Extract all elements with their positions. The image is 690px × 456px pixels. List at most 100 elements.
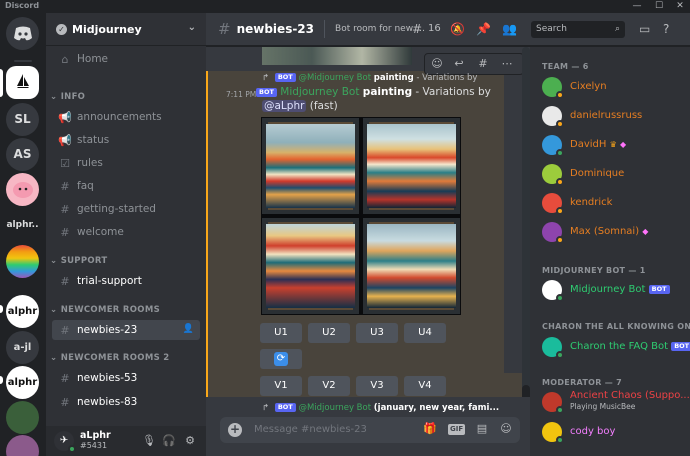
attach-plus-icon[interactable]: + [228, 423, 242, 437]
rail-separator [14, 60, 32, 62]
message-author[interactable]: Midjourney Bot [280, 86, 359, 98]
gif-button[interactable]: GIF [448, 424, 466, 435]
home-label: Home [77, 53, 109, 65]
minimize-button[interactable]: — [626, 0, 648, 13]
midjourney-server-icon[interactable] [6, 66, 39, 99]
category-support[interactable]: ⌄ SUPPORT [50, 256, 107, 266]
member-item[interactable]: Ancient Chaos (Suppo... Playing MusicBee [538, 389, 690, 415]
member-item[interactable]: Charon the FAQ Bot BOT [538, 334, 690, 360]
channel-label: rules [77, 157, 103, 169]
server-avatar-icon[interactable] [6, 435, 39, 456]
variation-button-3[interactable]: V3 [356, 376, 398, 396]
reply-icon[interactable]: ↩ [451, 57, 467, 70]
member-item[interactable]: Midjourney Bot BOT [538, 277, 686, 303]
server-alphr[interactable]: alphr [6, 295, 39, 328]
category-info[interactable]: ⌄ INFO [50, 92, 85, 102]
username: aLphr [80, 430, 111, 441]
message-input[interactable]: + Message #newbies-23 🎁 GIF ▤ ☺ [220, 417, 520, 443]
channel-faq[interactable]: # faq [52, 176, 200, 196]
add-reaction-icon[interactable]: ☺ [429, 57, 445, 70]
bot-badge: BOT [671, 342, 690, 351]
channel-announcements[interactable]: 📢 announcements [52, 107, 200, 127]
threads-icon[interactable]: # [412, 22, 422, 36]
message-scrollbar[interactable] [522, 47, 530, 407]
create-thread-icon[interactable]: # [475, 57, 491, 70]
variation-button-2[interactable]: V2 [308, 376, 350, 396]
reply-reference[interactable]: ↱ BOT @Midjourney Bot painting - Variati… [262, 73, 477, 83]
nitro-boost-icon: ◆ [619, 140, 627, 149]
headphones-icon[interactable]: 🎧 [162, 434, 176, 447]
user-tag: #5431 [80, 441, 108, 450]
hash-icon: # [60, 225, 70, 239]
member-item[interactable]: Max (Somnai) ◆ [538, 219, 686, 245]
discord-home-icon[interactable] [6, 17, 39, 50]
more-icon[interactable]: ⋯ [499, 57, 515, 70]
member-item[interactable]: Dominique [538, 161, 686, 187]
unread-pill [0, 376, 3, 384]
image-grid[interactable] [261, 117, 461, 315]
channel-trial-support[interactable]: # trial-support [52, 271, 200, 291]
upscale-button-4[interactable]: U4 [404, 323, 446, 343]
add-member-icon[interactable]: 👤 [183, 324, 194, 334]
next-reply-reference[interactable]: ↱ BOT @Midjourney Bot (january, new year… [262, 403, 499, 413]
title-bar: Discord — ☐ ✕ [0, 0, 690, 13]
server-minecraft-icon[interactable] [6, 401, 39, 434]
idle-status-icon [556, 207, 564, 215]
member-item[interactable]: kendrick [538, 190, 686, 216]
server-a-jl[interactable]: a-jl [6, 331, 39, 364]
user-avatar[interactable]: ✈ [54, 431, 76, 453]
gift-icon[interactable]: 🎁 [422, 422, 438, 435]
microphone-icon[interactable]: 🎙 [142, 434, 156, 447]
channel-rules[interactable]: ☑ rules [52, 153, 200, 173]
channel-newbies-83[interactable]: # newbies-83 [52, 392, 200, 412]
inbox-icon[interactable]: ▭ [639, 22, 650, 36]
category-newcomer-rooms[interactable]: ⌄ NEWCOMER ROOMS [50, 305, 160, 315]
variation-button-1[interactable]: V1 [260, 376, 302, 396]
channel-newbies-23[interactable]: # newbies-23 👤 [52, 320, 200, 340]
sticker-icon[interactable]: ▤ [474, 422, 490, 435]
member-item[interactable]: danielrussruss [538, 103, 686, 129]
member-item[interactable]: DavidH ♛ ◆ [538, 132, 686, 158]
message-list: ☺ ↩ # ⋯ ↱ BOT @Midjourney Bot painting -… [206, 47, 530, 397]
search-icon: ⌕ [614, 24, 620, 34]
pin-icon[interactable]: 📌 [476, 22, 491, 36]
user-mention[interactable]: @aLphr [262, 100, 307, 112]
reroll-button[interactable]: ⟳ [260, 349, 302, 369]
emoji-icon[interactable]: ☺ [498, 422, 514, 435]
home-item[interactable]: ⌂ Home [52, 49, 200, 69]
upscale-button-3[interactable]: U3 [356, 323, 398, 343]
variation-button-4[interactable]: V4 [404, 376, 446, 396]
server-alphr-2[interactable]: alphr [6, 366, 39, 399]
server-alphr-text[interactable]: alphr.. [6, 209, 39, 242]
gear-icon[interactable]: ⚙ [183, 434, 197, 447]
channel-welcome[interactable]: # welcome [52, 222, 200, 242]
close-button[interactable]: ✕ [669, 0, 690, 13]
category-newcomer-rooms-2[interactable]: ⌄ NEWCOMER ROOMS 2 [50, 353, 169, 363]
member-list-icon[interactable]: 👥 [502, 22, 517, 36]
upscale-button-1[interactable]: U1 [260, 323, 302, 343]
member-name-line: Charon the FAQ Bot BOT [570, 341, 690, 352]
member-name: Max (Somnai) [570, 226, 640, 237]
help-icon[interactable]: ? [663, 22, 669, 36]
previous-image-preview[interactable] [262, 47, 412, 65]
maximize-button[interactable]: ☐ [648, 0, 670, 13]
server-sl[interactable]: SL [6, 103, 39, 136]
channel-newbies-53[interactable]: # newbies-53 [52, 368, 200, 388]
mute-bell-icon[interactable]: 🔕 [450, 22, 465, 36]
channel-label: faq [77, 180, 94, 192]
upscale-button-2[interactable]: U2 [308, 323, 350, 343]
member-item[interactable]: cody boy [538, 419, 686, 445]
channel-getting-started[interactable]: # getting-started [52, 199, 200, 219]
reply-arrow-icon: ↱ [262, 73, 270, 83]
idle-status-icon [556, 236, 564, 244]
megaphone-icon: 📢 [58, 110, 72, 124]
server-kirby-icon[interactable] [6, 173, 39, 206]
search-input[interactable]: Search ⌕ [531, 21, 625, 38]
app-title: Discord [5, 1, 40, 10]
server-rainbow-icon[interactable] [6, 245, 39, 278]
channel-status[interactable]: 📢 status [52, 130, 200, 150]
guild-header[interactable]: ✓ Midjourney ⌄ [46, 13, 206, 46]
hash-icon: # [60, 179, 70, 193]
member-item[interactable]: Cixelyn [538, 74, 686, 100]
server-as[interactable]: AS [6, 138, 39, 171]
